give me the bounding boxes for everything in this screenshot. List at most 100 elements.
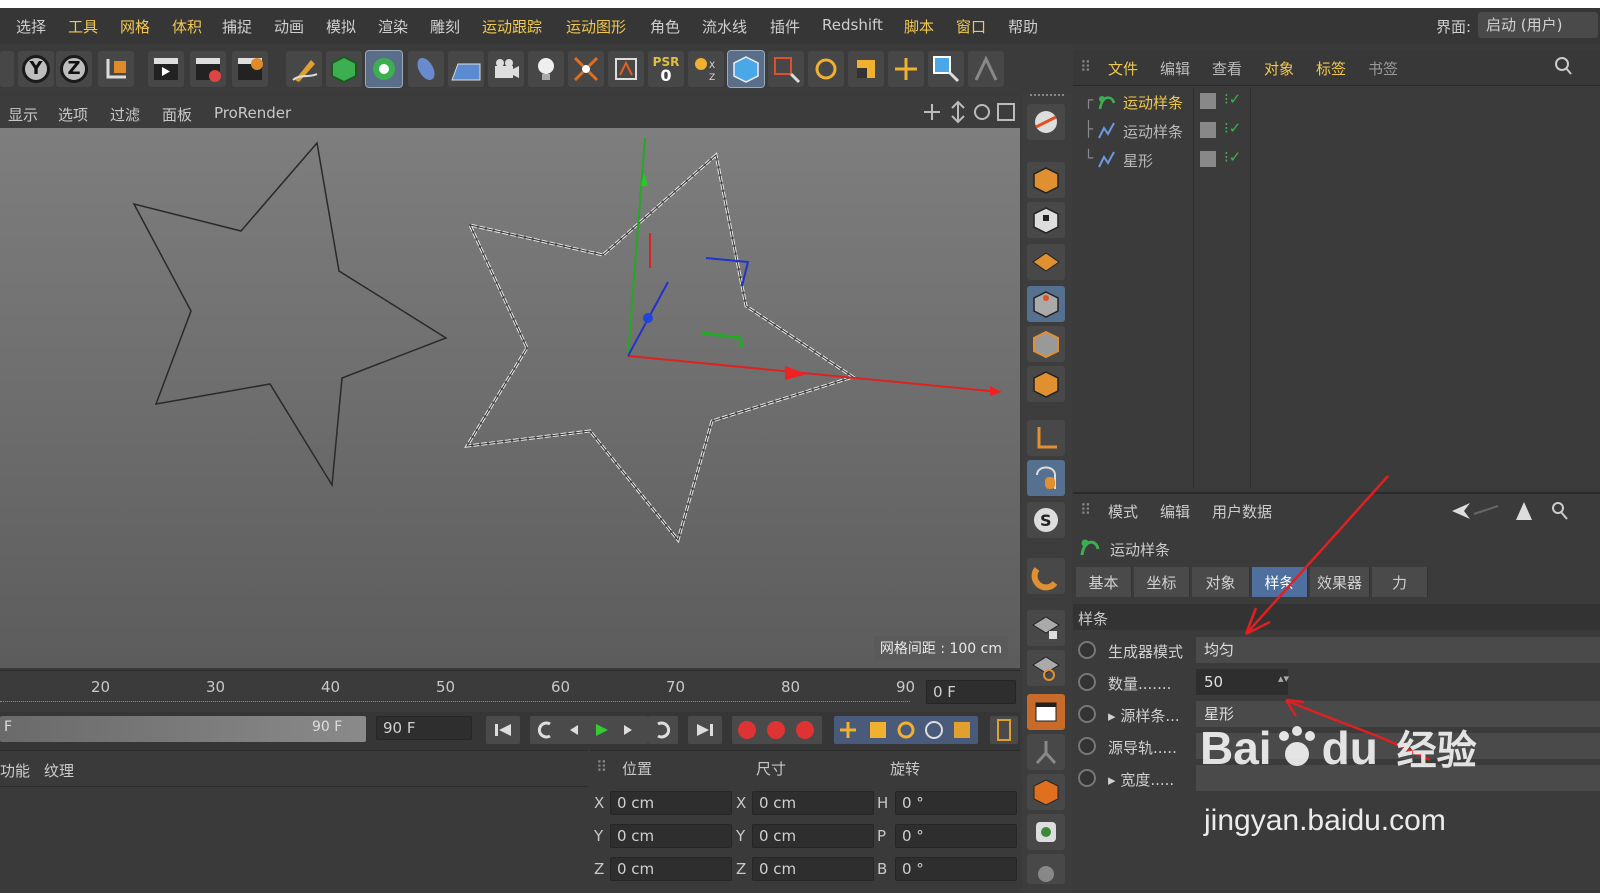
viewport-menu-prorender[interactable]: ProRender <box>214 104 291 122</box>
select-rect-button[interactable] <box>768 51 804 87</box>
viewport-layout-button[interactable] <box>1027 694 1065 730</box>
scale-tool-button[interactable] <box>848 51 884 87</box>
axis-z-button[interactable]: Z <box>56 51 92 87</box>
tweak-mode-button[interactable] <box>1027 460 1065 496</box>
snap-button[interactable]: XZ <box>688 51 724 87</box>
om-menu-object[interactable]: 对象 <box>1264 58 1294 79</box>
pen-tool-button[interactable] <box>286 51 322 87</box>
menu-select[interactable]: 选择 <box>16 16 46 37</box>
axis-x-button[interactable] <box>0 51 14 87</box>
coordinate-system-button[interactable] <box>98 51 134 87</box>
model-mode-button[interactable] <box>727 50 765 88</box>
object-row-motion-spline-1[interactable]: ┌ 运动样条 ⁝✓ <box>1078 89 1598 117</box>
menu-tools[interactable]: 工具 <box>68 16 98 37</box>
size-z-field[interactable]: 0 cm <box>752 857 874 881</box>
rotation-h-field[interactable]: 0 ° <box>895 791 1017 815</box>
edge-mode-button[interactable] <box>1027 326 1065 362</box>
enabled-check-icon[interactable]: ⁝✓ <box>1224 119 1241 137</box>
enabled-check-icon[interactable]: ⁝✓ <box>1224 90 1241 108</box>
om-menu-file[interactable]: 文件 <box>1108 58 1138 79</box>
menu-render[interactable]: 渲染 <box>378 16 408 37</box>
light-button[interactable] <box>528 51 564 87</box>
axis-mode-button[interactable] <box>1027 420 1065 456</box>
attr-menu-edit[interactable]: 编辑 <box>1160 501 1190 522</box>
menu-mograph[interactable]: 运动图形 <box>566 16 626 37</box>
record-buttons[interactable] <box>732 716 822 744</box>
hair-button[interactable] <box>1027 774 1065 810</box>
anim-toggle-width[interactable] <box>1078 769 1096 787</box>
viewport[interactable]: 网格间距 : 100 cm <box>0 128 1020 668</box>
tab-texture[interactable]: 纹理 <box>44 760 74 781</box>
move-tool-button[interactable] <box>888 51 924 87</box>
menu-volume[interactable]: 体积 <box>172 16 202 37</box>
panel-grip-icon[interactable]: ⠿ <box>596 758 607 776</box>
tab-basic[interactable]: 基本 <box>1076 567 1132 597</box>
workplane-button[interactable] <box>1027 104 1065 140</box>
tag-button[interactable] <box>608 51 644 87</box>
attr-panel-grip-icon[interactable]: ⠿ <box>1080 501 1091 519</box>
anim-toggle-count[interactable] <box>1078 673 1096 691</box>
object-panel-grip-icon[interactable]: ⠿ <box>1080 58 1091 76</box>
menu-script[interactable]: 脚本 <box>904 16 934 37</box>
cube-primitive-button[interactable] <box>326 51 362 87</box>
om-menu-edit[interactable]: 编辑 <box>1160 58 1190 79</box>
psr-button[interactable]: PSR 0 <box>648 51 684 87</box>
om-menu-view[interactable]: 查看 <box>1212 58 1242 79</box>
sketch-button[interactable] <box>1027 814 1065 850</box>
workplane-mode-button[interactable] <box>1027 244 1065 280</box>
rotation-p-field[interactable]: 0 ° <box>895 824 1017 848</box>
menu-plugins[interactable]: 插件 <box>770 16 800 37</box>
viewport-menu-display[interactable]: 显示 <box>8 104 38 125</box>
layout-dropdown[interactable]: 启动 (用户) <box>1478 12 1598 38</box>
timeline-ruler[interactable] <box>0 670 1020 712</box>
measure-button[interactable] <box>968 51 1004 87</box>
viewport-menu-filter[interactable]: 过滤 <box>110 104 140 125</box>
menu-help[interactable]: 帮助 <box>1008 16 1038 37</box>
position-z-field[interactable]: 0 cm <box>610 857 732 881</box>
texture-mode-button[interactable] <box>1027 202 1065 238</box>
deformer-button[interactable] <box>408 51 444 87</box>
effector-button[interactable] <box>568 51 604 87</box>
size-y-field[interactable]: 0 cm <box>752 824 874 848</box>
joint-button[interactable] <box>1027 734 1065 770</box>
live-select-button[interactable] <box>928 51 964 87</box>
visibility-toggle[interactable] <box>1200 151 1216 167</box>
attr-menu-mode[interactable]: 模式 <box>1108 501 1138 522</box>
goto-end-button[interactable] <box>688 716 722 744</box>
om-search-icon[interactable] <box>1554 56 1572 76</box>
menu-mesh[interactable]: 网格 <box>120 16 150 37</box>
menu-animate[interactable]: 动画 <box>274 16 304 37</box>
object-row-star[interactable]: └ 星形 ⁝✓ <box>1078 147 1598 175</box>
menu-motion-tracker[interactable]: 运动跟踪 <box>482 16 542 37</box>
object-row-motion-spline-2[interactable]: ├ 运动样条 ⁝✓ <box>1078 118 1598 146</box>
viewport-menu-options[interactable]: 选项 <box>58 104 88 125</box>
axis-y-button[interactable]: Y <box>18 51 54 87</box>
viewport-nav-icons[interactable] <box>922 100 1018 124</box>
key-filter-buttons[interactable] <box>834 716 978 744</box>
polygon-mode-button[interactable] <box>1027 366 1065 402</box>
model-mode-side-button[interactable] <box>1027 162 1065 198</box>
position-x-field[interactable]: 0 cm <box>610 791 732 815</box>
menu-simulate[interactable]: 模拟 <box>326 16 356 37</box>
floor-button[interactable] <box>448 51 484 87</box>
snap-magnet-button[interactable] <box>1027 558 1065 594</box>
visibility-toggle[interactable] <box>1200 93 1216 109</box>
palette-grip[interactable] <box>1030 94 1064 100</box>
anim-toggle-rail[interactable] <box>1078 737 1096 755</box>
menu-snap[interactable]: 捕捉 <box>222 16 252 37</box>
visibility-toggle[interactable] <box>1200 122 1216 138</box>
tab-coord[interactable]: 坐标 <box>1134 567 1190 597</box>
extra-mode-button[interactable] <box>1027 854 1065 884</box>
size-x-field[interactable]: 0 cm <box>752 791 874 815</box>
solo-mode-button[interactable]: S <box>1027 502 1065 538</box>
menu-character[interactable]: 角色 <box>650 16 680 37</box>
enabled-check-icon[interactable]: ⁝✓ <box>1224 148 1241 166</box>
timeline-layout-button[interactable] <box>990 716 1018 744</box>
loop-button[interactable] <box>648 716 678 744</box>
om-menu-tag[interactable]: 标签 <box>1316 58 1346 79</box>
rotation-b-field[interactable]: 0 ° <box>895 857 1017 881</box>
om-menu-bookmark[interactable]: 书签 <box>1368 58 1398 79</box>
menu-redshift[interactable]: Redshift <box>822 16 883 34</box>
position-y-field[interactable]: 0 cm <box>610 824 732 848</box>
render-view-button[interactable] <box>148 51 184 87</box>
